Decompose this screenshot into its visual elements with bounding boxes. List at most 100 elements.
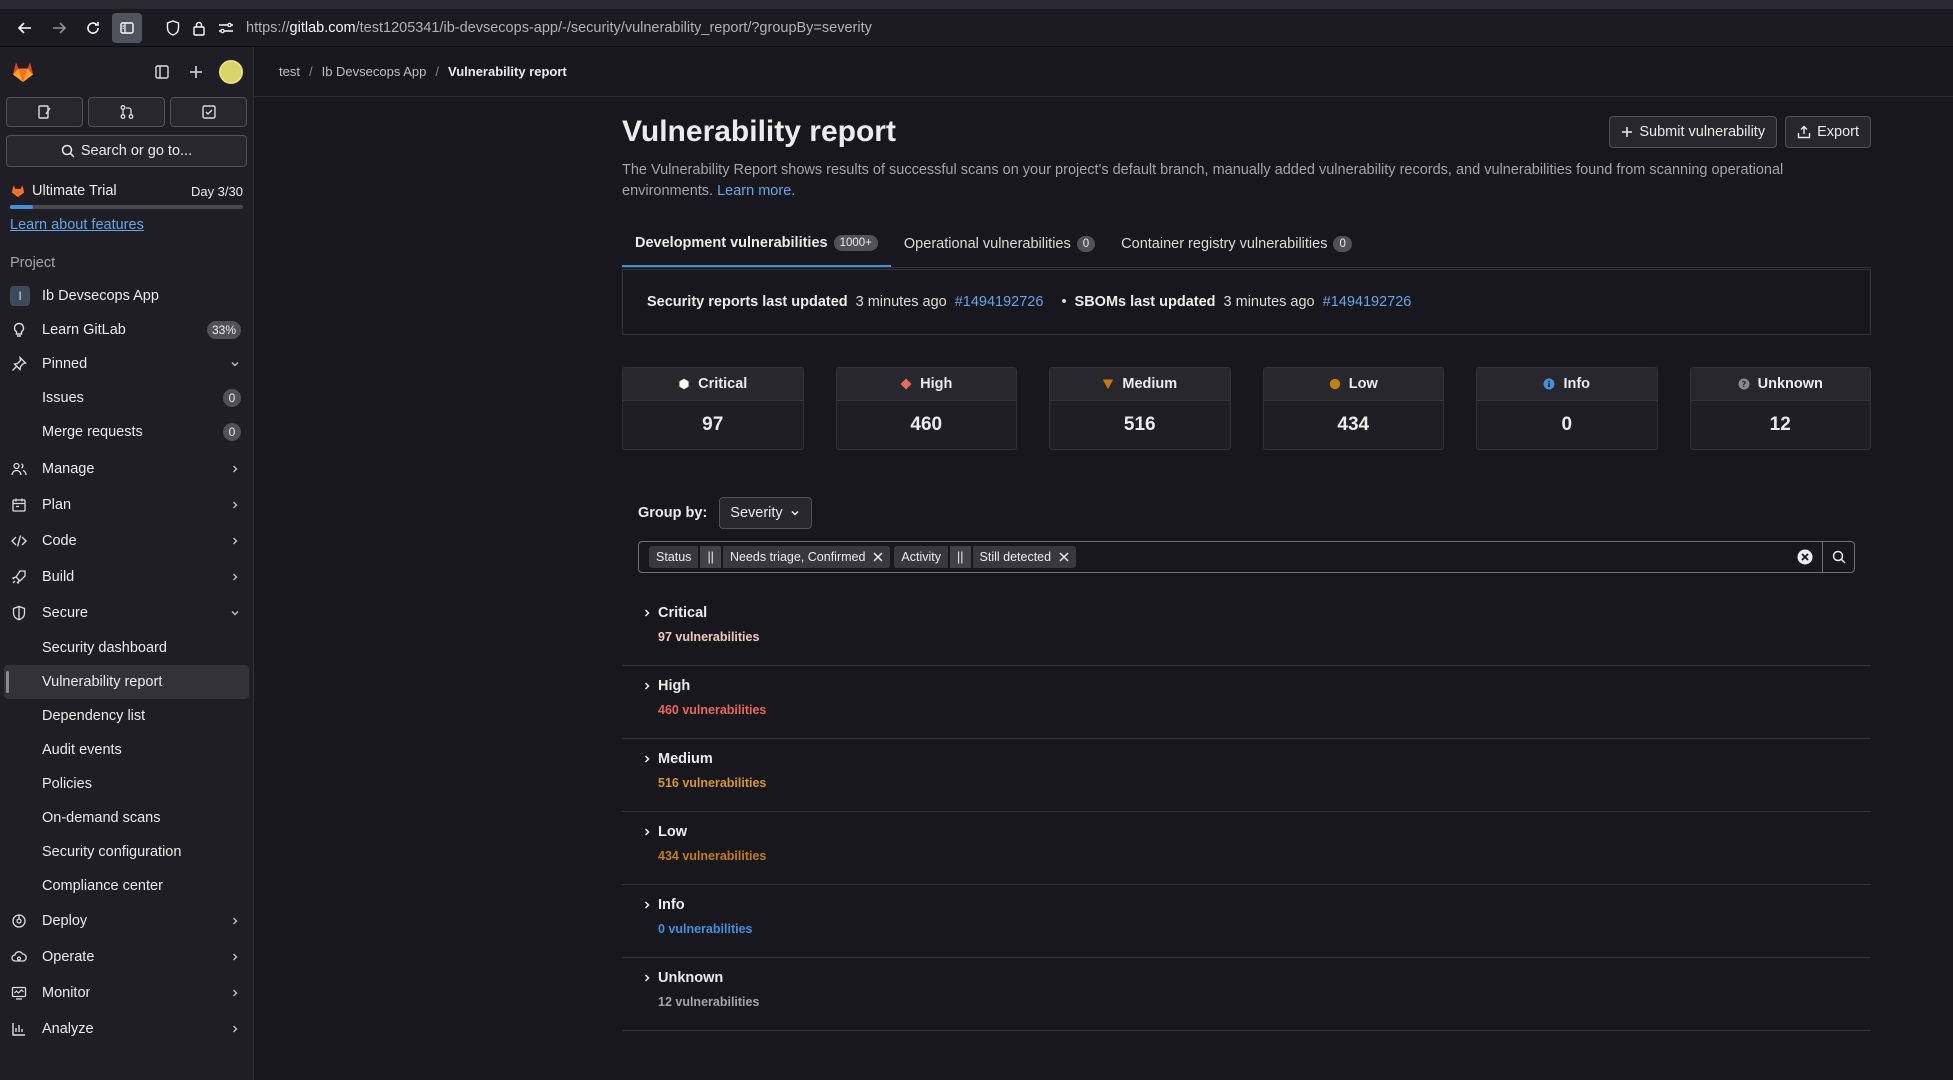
back-icon[interactable] (10, 13, 40, 43)
sidebar-item-vulnerability-report[interactable]: Vulnerability report (4, 665, 249, 699)
sidebar-item-plan[interactable]: Plan (0, 487, 253, 523)
severity-group-info[interactable]: Info 0 vulnerabilities (622, 885, 1871, 958)
filter-token-activity-operator[interactable]: || (950, 546, 971, 568)
sidebar-item-secure[interactable]: Secure (0, 595, 253, 631)
todo-icon (201, 105, 216, 119)
sidebar-item-label: Analyze (42, 1021, 94, 1037)
severity-group-high[interactable]: High 460 vulnerabilities (622, 666, 1871, 739)
sidebar-item-label: Code (42, 533, 77, 549)
severity-card-critical: Critical 97 (622, 367, 804, 450)
sidebar-item-label: Issues (42, 390, 84, 406)
severity-count: 0 (1561, 414, 1573, 435)
submit-vulnerability-label: Submit vulnerability (1639, 124, 1766, 140)
chevron-right-icon (229, 499, 241, 511)
sidebar-item-on-demand-scans[interactable]: On-demand scans (0, 801, 253, 835)
address-bar[interactable]: https://gitlab.com/test1205341/ib-devsec… (156, 13, 1953, 43)
filter-token-status-value[interactable]: Needs triage, Confirmed (722, 546, 891, 568)
permissions-icon[interactable] (218, 21, 234, 35)
sidebar-item-monitor[interactable]: Monitor (0, 975, 253, 1011)
forward-icon[interactable] (44, 13, 74, 43)
tab-container-registry-vulnerabilities[interactable]: Container registry vulnerabilities 0 (1108, 220, 1365, 267)
severity-summary: Critical 97 High 460 Medium 516 Low 434 … (622, 367, 1871, 450)
severity-count: 516 (1123, 414, 1156, 435)
page-title: Vulnerability report (622, 115, 896, 148)
sidebar-item-analyze[interactable]: Analyze (0, 1011, 253, 1047)
filter-token-status-key[interactable]: Status (649, 546, 699, 568)
submit-vulnerability-button[interactable]: Submit vulnerability (1609, 116, 1778, 148)
group-count: 434 vulnerabilities (658, 849, 767, 863)
tab-development-vulnerabilities[interactable]: Development vulnerabilities 1000+ (622, 220, 891, 267)
group-by-control: Group by: Severity (638, 497, 1871, 529)
chevron-right-icon (644, 609, 650, 617)
severity-group-medium[interactable]: Medium 516 vulnerabilities (622, 739, 1871, 812)
filter-search-button[interactable] (1822, 542, 1854, 572)
vulnerability-tabs: Development vulnerabilities 1000+ Operat… (622, 220, 1871, 268)
learn-about-features-link[interactable]: Learn about features (10, 217, 243, 233)
filter-bar[interactable]: Status || Needs triage, Confirmed Activi… (638, 541, 1855, 573)
sidebar-item-security-configuration[interactable]: Security configuration (0, 835, 253, 869)
chevron-right-icon (229, 535, 241, 547)
breadcrumb-current[interactable]: Vulnerability report (448, 64, 567, 79)
learn-more-link[interactable]: Learn more. (717, 183, 795, 199)
sidebar-item-merge-requests[interactable]: Merge requests 0 (0, 415, 253, 449)
todo-shortcut-button[interactable] (170, 97, 247, 127)
severity-group-critical[interactable]: Critical 97 vulnerabilities (622, 593, 1871, 666)
sidebar-item-operate[interactable]: Operate (0, 939, 253, 975)
tab-label: Container registry vulnerabilities (1121, 235, 1328, 252)
sidebar-item-label: Pinned (42, 356, 88, 372)
sidebar-item-pinned[interactable]: Pinned (0, 347, 253, 381)
close-icon[interactable] (873, 552, 883, 562)
description-text: The Vulnerability Report shows results o… (622, 162, 1784, 199)
chevron-right-icon (229, 987, 241, 999)
sidebar: Search or go to... Ultimate Trial Day 3/… (0, 47, 254, 1080)
url-text[interactable]: https://gitlab.com/test1205341/ib-devsec… (246, 20, 872, 36)
reload-icon[interactable] (78, 13, 108, 43)
search-button[interactable]: Search or go to... (6, 135, 247, 167)
unknown-icon: ? (1738, 378, 1750, 390)
filter-token-activity-key[interactable]: Activity (894, 546, 949, 568)
severity-card-info: Info 0 (1476, 367, 1658, 450)
clear-filter-icon[interactable] (1797, 549, 1813, 565)
severity-group-low[interactable]: Low 434 vulnerabilities (622, 812, 1871, 885)
export-button[interactable]: Export (1785, 116, 1871, 148)
sidebar-item-code[interactable]: Code (0, 523, 253, 559)
severity-group-unknown[interactable]: Unknown 12 vulnerabilities (622, 958, 1871, 1031)
plus-icon[interactable] (183, 59, 209, 85)
sbom-pipeline-link[interactable]: #1494192726 (1323, 294, 1412, 310)
sidebar-item-learn-gitlab[interactable]: Learn GitLab 33% (0, 313, 253, 347)
export-label: Export (1817, 124, 1859, 140)
filter-token-activity-value[interactable]: Still detected (972, 546, 1077, 568)
filter-value-text: Needs triage, Confirmed (729, 550, 866, 564)
breadcrumb-link-project[interactable]: Ib Devsecops App (322, 64, 427, 79)
sidebar-item-compliance-center[interactable]: Compliance center (0, 869, 253, 903)
sidebar-item-dependency-list[interactable]: Dependency list (0, 699, 253, 733)
sidebar-item-build[interactable]: Build (0, 559, 253, 595)
breadcrumb-link-group[interactable]: test (279, 64, 300, 79)
filter-token-status-operator[interactable]: || (700, 546, 721, 568)
sidebar-item-policies[interactable]: Policies (0, 767, 253, 801)
trial-status[interactable]: Ultimate Trial Day 3/30 (0, 183, 253, 199)
gitlab-logo[interactable] (10, 59, 36, 85)
sidebar-item-manage[interactable]: Manage (0, 451, 253, 487)
merge-requests-count-badge: 0 (223, 423, 241, 441)
reader-view-icon[interactable] (112, 12, 142, 43)
medium-icon (1103, 379, 1114, 389)
merge-requests-shortcut-button[interactable] (88, 97, 165, 127)
close-icon[interactable] (1059, 552, 1069, 562)
group-title: Critical (658, 605, 708, 621)
sidebar-item-security-dashboard[interactable]: Security dashboard (0, 631, 253, 665)
sidebar-item-audit-events[interactable]: Audit events (0, 733, 253, 767)
avatar[interactable] (219, 60, 243, 84)
sidebar-item-issues[interactable]: Issues 0 (0, 381, 253, 415)
issues-shortcut-button[interactable] (6, 97, 83, 127)
sidebar-item-deploy[interactable]: Deploy (0, 903, 253, 939)
tab-operational-vulnerabilities[interactable]: Operational vulnerabilities 0 (891, 220, 1108, 267)
shield-icon[interactable] (166, 19, 180, 36)
chevron-right-icon (644, 901, 650, 909)
security-pipeline-link[interactable]: #1494192726 (955, 294, 1044, 310)
sidebar-item-project[interactable]: I Ib Devsecops App (0, 279, 253, 313)
sidebar-item-label: Deploy (42, 913, 88, 929)
sidebar-toggle-icon[interactable] (149, 59, 175, 85)
lock-icon[interactable] (192, 20, 206, 36)
group-by-dropdown[interactable]: Severity (719, 497, 812, 529)
